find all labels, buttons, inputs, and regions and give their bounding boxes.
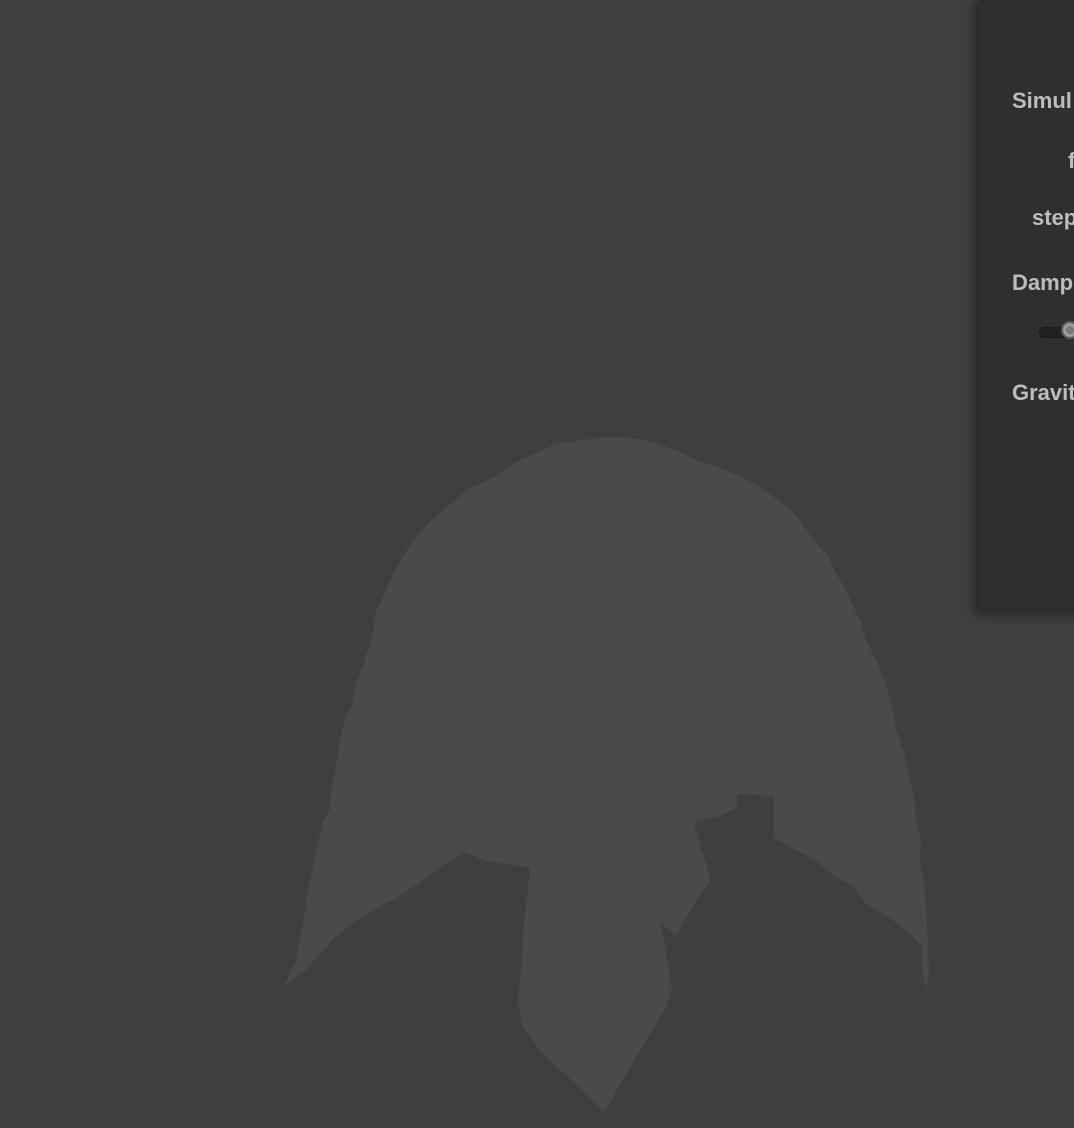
simulation-label: Simul: [1012, 88, 1072, 113]
damping-label: Damp: [1012, 270, 1074, 295]
gravity-label: Gravit: [1012, 380, 1074, 405]
steps-label: step: [1032, 205, 1074, 230]
cloth-mesh[interactable]: [0, 0, 1074, 1128]
damping-slider-thumb[interactable]: [1060, 321, 1074, 339]
f-label: f: [1068, 148, 1074, 173]
cloth-shape: [284, 436, 929, 1112]
control-panel: Simul f step Damp Gravit: [979, 0, 1074, 612]
damping-slider[interactable]: [1039, 321, 1074, 339]
simulation-viewport[interactable]: [0, 0, 1074, 1128]
